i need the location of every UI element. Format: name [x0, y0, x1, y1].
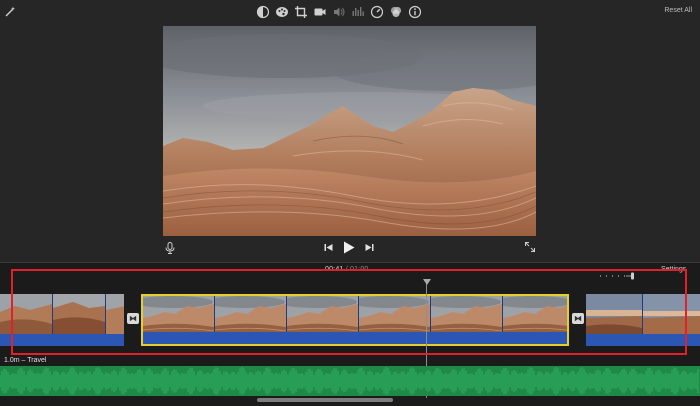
color-correction-icon[interactable] — [275, 5, 289, 19]
video-preview — [163, 26, 536, 236]
background-music-track[interactable] — [0, 366, 700, 396]
info-icon[interactable] — [408, 5, 422, 19]
skip-back-icon[interactable] — [324, 243, 333, 252]
crop-icon[interactable] — [294, 5, 308, 19]
music-waveform — [0, 367, 699, 395]
play-icon[interactable] — [343, 241, 355, 254]
reset-all-button[interactable]: Reset All — [664, 7, 692, 14]
clip-filter-icon[interactable] — [389, 5, 403, 19]
highlight-box — [11, 269, 687, 355]
noise-reduction-icon[interactable] — [351, 5, 365, 19]
speed-icon[interactable] — [370, 5, 384, 19]
stabilization-icon[interactable] — [313, 5, 327, 19]
music-track-label: 1.0m – Travel — [4, 357, 47, 364]
skip-forward-icon[interactable] — [365, 243, 374, 252]
adjustments-toolbar — [0, 0, 700, 24]
fullscreen-icon[interactable] — [525, 242, 535, 252]
volume-icon[interactable] — [332, 5, 346, 19]
horizontal-scrollbar[interactable] — [257, 398, 393, 402]
color-balance-icon[interactable] — [256, 5, 270, 19]
voiceover-microphone-icon[interactable] — [165, 242, 175, 254]
